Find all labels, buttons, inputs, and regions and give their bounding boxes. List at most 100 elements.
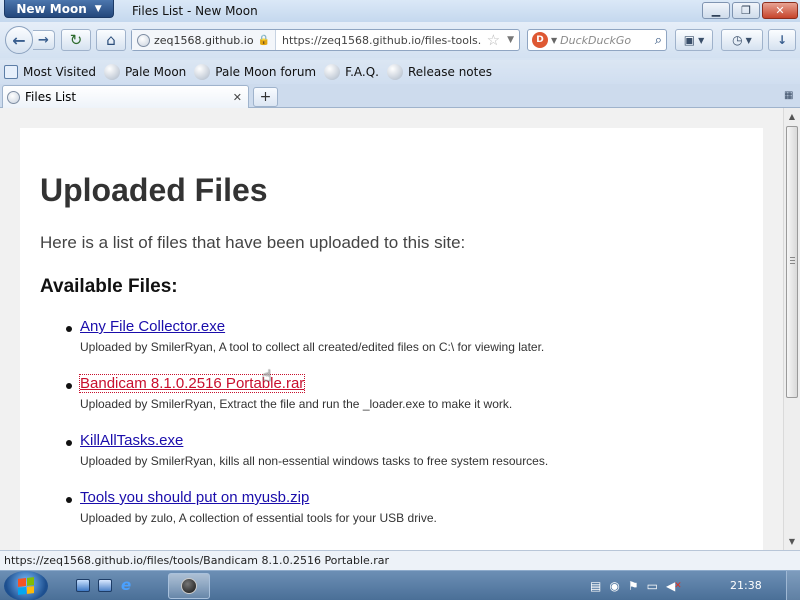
close-window-button[interactable]: ✕: [762, 2, 798, 19]
document-icon[interactable]: ▤: [590, 579, 601, 593]
bookmarks-menu-button[interactable]: ▣ ▼: [675, 29, 713, 51]
list-item: Bandicam 8.1.0.2516 Portable.rar Uploade…: [60, 374, 740, 432]
bookmark-label: Most Visited: [23, 65, 97, 79]
file-link[interactable]: Any File Collector.exe: [80, 318, 225, 335]
new-tab-button[interactable]: +: [253, 87, 278, 107]
close-icon: ✕: [775, 4, 785, 17]
search-input[interactable]: DuckDuckGo: [560, 34, 655, 47]
minimize-button[interactable]: ▁: [702, 2, 730, 19]
duckduckgo-icon[interactable]: D: [532, 32, 548, 48]
security-icon[interactable]: ◉: [609, 579, 619, 593]
bookmark-label: Release notes: [408, 65, 492, 79]
taskbar-clock[interactable]: 21:38: [730, 579, 762, 592]
app-menu-label: New Moon: [16, 1, 87, 16]
history-button[interactable]: ◷ ▼: [721, 29, 763, 51]
globe-icon: [137, 33, 150, 47]
muted-x-icon: ✕: [674, 581, 682, 591]
vertical-scrollbar[interactable]: ▲ ▼: [783, 108, 800, 550]
maximize-icon: ❐: [741, 4, 751, 17]
forward-arrow-icon: →: [38, 32, 49, 48]
show-desktop-button[interactable]: [786, 571, 800, 600]
tab-strip: Files List ✕ + ▦: [0, 84, 800, 108]
maximize-button[interactable]: ❐: [732, 2, 760, 19]
status-bar: https://zeq1568.github.io/files/tools/Ba…: [0, 550, 800, 570]
reload-icon: ↻: [69, 31, 83, 49]
system-tray: ▤ ◉ ⚑ ▭ ◀ ✕: [590, 571, 682, 600]
hand-cursor-icon: ☝: [262, 366, 272, 385]
site-identity-button[interactable]: zeq1568.github.io 🔒: [132, 30, 277, 50]
file-list: Any File Collector.exe Uploaded by Smile…: [60, 318, 740, 546]
file-link[interactable]: KillAllTasks.exe: [80, 432, 183, 449]
file-description: Uploaded by zulo, A collection of essent…: [80, 511, 437, 525]
title-bar: New Moon ▼ Files List - New Moon ▁ ❐ ✕: [0, 0, 800, 22]
network-icon[interactable]: ▭: [647, 579, 658, 593]
chevron-down-icon: ▼: [94, 3, 102, 14]
tab-label: Files List: [25, 90, 77, 104]
navigation-toolbar: ← → ↻ ⌂ zeq1568.github.io 🔒 https://zeq1…: [0, 22, 800, 58]
bookmark-star-icon[interactable]: ☆: [485, 31, 502, 49]
home-icon: ⌂: [106, 31, 116, 49]
downloads-button[interactable]: ↓: [768, 29, 796, 51]
action-center-flag-icon[interactable]: ⚑: [628, 579, 639, 593]
reload-button[interactable]: ↻: [61, 29, 91, 51]
lock-icon: 🔒: [257, 34, 271, 46]
back-button[interactable]: ←: [5, 26, 33, 54]
file-link[interactable]: Tools you should put on myusb.zip: [80, 489, 309, 506]
most-visited-icon: [4, 65, 18, 79]
minimize-icon: ▁: [711, 4, 721, 17]
grip-icon: [790, 257, 795, 265]
file-description: Uploaded by SmilerRyan, Extract the file…: [80, 397, 513, 411]
app-menu-button[interactable]: New Moon ▼: [4, 0, 114, 18]
bookmark-release-notes[interactable]: Release notes: [387, 64, 492, 80]
tab-favicon-globe-icon: [7, 90, 20, 104]
scrollbar-thumb[interactable]: [786, 126, 798, 398]
bookmark-pale-moon[interactable]: Pale Moon: [104, 64, 186, 80]
list-item: Tools you should put on myusb.zip Upload…: [60, 489, 740, 546]
scroll-down-icon[interactable]: ▼: [784, 533, 800, 550]
chevron-down-icon[interactable]: ▼: [551, 36, 557, 45]
url-input[interactable]: https://zeq1568.github.io/files-tools.: [276, 34, 485, 47]
bookmarks-toolbar: Most Visited Pale Moon Pale Moon forum F…: [0, 60, 800, 84]
clock-icon: ◷: [732, 33, 743, 47]
bookmark-globe-icon: [104, 64, 121, 80]
bookmark-pale-moon-forum[interactable]: Pale Moon forum: [194, 64, 316, 80]
windows-taskbar: e ▤ ◉ ⚑ ▭ ◀ ✕ 21:38: [0, 570, 800, 600]
search-bar[interactable]: D ▼ DuckDuckGo ⌕: [527, 29, 667, 51]
page-title: Uploaded Files: [40, 172, 268, 208]
list-item: Any File Collector.exe Uploaded by Smile…: [60, 318, 740, 375]
scroll-up-icon[interactable]: ▲: [784, 108, 800, 125]
pale-moon-icon: [181, 578, 197, 594]
chevron-down-icon: ▼: [745, 35, 752, 45]
tab-files-list[interactable]: Files List ✕: [2, 85, 249, 108]
bookmark-faq[interactable]: F.A.Q.: [324, 64, 379, 80]
bookmark-globe-icon: [194, 64, 211, 80]
url-dropdown-icon[interactable]: ▼: [502, 35, 519, 45]
file-description: Uploaded by SmilerRyan, kills all non-es…: [80, 454, 549, 468]
bookmark-most-visited[interactable]: Most Visited: [4, 65, 96, 79]
taskbar-pale-moon-button[interactable]: [168, 573, 210, 599]
download-arrow-icon: ↓: [776, 33, 788, 47]
list-item: KillAllTasks.exe Uploaded by SmilerRyan,…: [60, 432, 740, 489]
home-button[interactable]: ⌂: [96, 29, 126, 51]
file-description: Uploaded by SmilerRyan, A tool to collec…: [80, 340, 545, 354]
plus-icon: +: [259, 89, 272, 105]
show-desktop-quicklaunch-icon[interactable]: [76, 579, 90, 592]
available-files-heading: Available Files:: [40, 276, 178, 297]
bookmark-label: F.A.Q.: [345, 65, 379, 79]
content-card: Uploaded Files Here is a list of files t…: [20, 128, 763, 550]
close-tab-icon[interactable]: ✕: [233, 91, 248, 104]
url-bar[interactable]: zeq1568.github.io 🔒 https://zeq1568.gith…: [131, 29, 520, 51]
bookmark-label: Pale Moon forum: [215, 65, 317, 79]
search-icon[interactable]: ⌕: [655, 33, 666, 48]
bookmark-label: Pale Moon: [125, 65, 187, 79]
bookmark-globe-icon: [324, 64, 341, 80]
windows-logo-icon: [18, 577, 34, 595]
list-all-tabs-icon[interactable]: ▦: [784, 90, 793, 101]
start-button[interactable]: [4, 571, 48, 600]
window-title: Files List - New Moon: [132, 4, 258, 18]
forward-button[interactable]: →: [33, 30, 55, 50]
switch-windows-icon[interactable]: [98, 579, 112, 592]
bookmark-globe-icon: [387, 64, 403, 80]
site-identity-label: zeq1568.github.io: [154, 33, 254, 47]
internet-explorer-icon[interactable]: e: [121, 576, 131, 594]
